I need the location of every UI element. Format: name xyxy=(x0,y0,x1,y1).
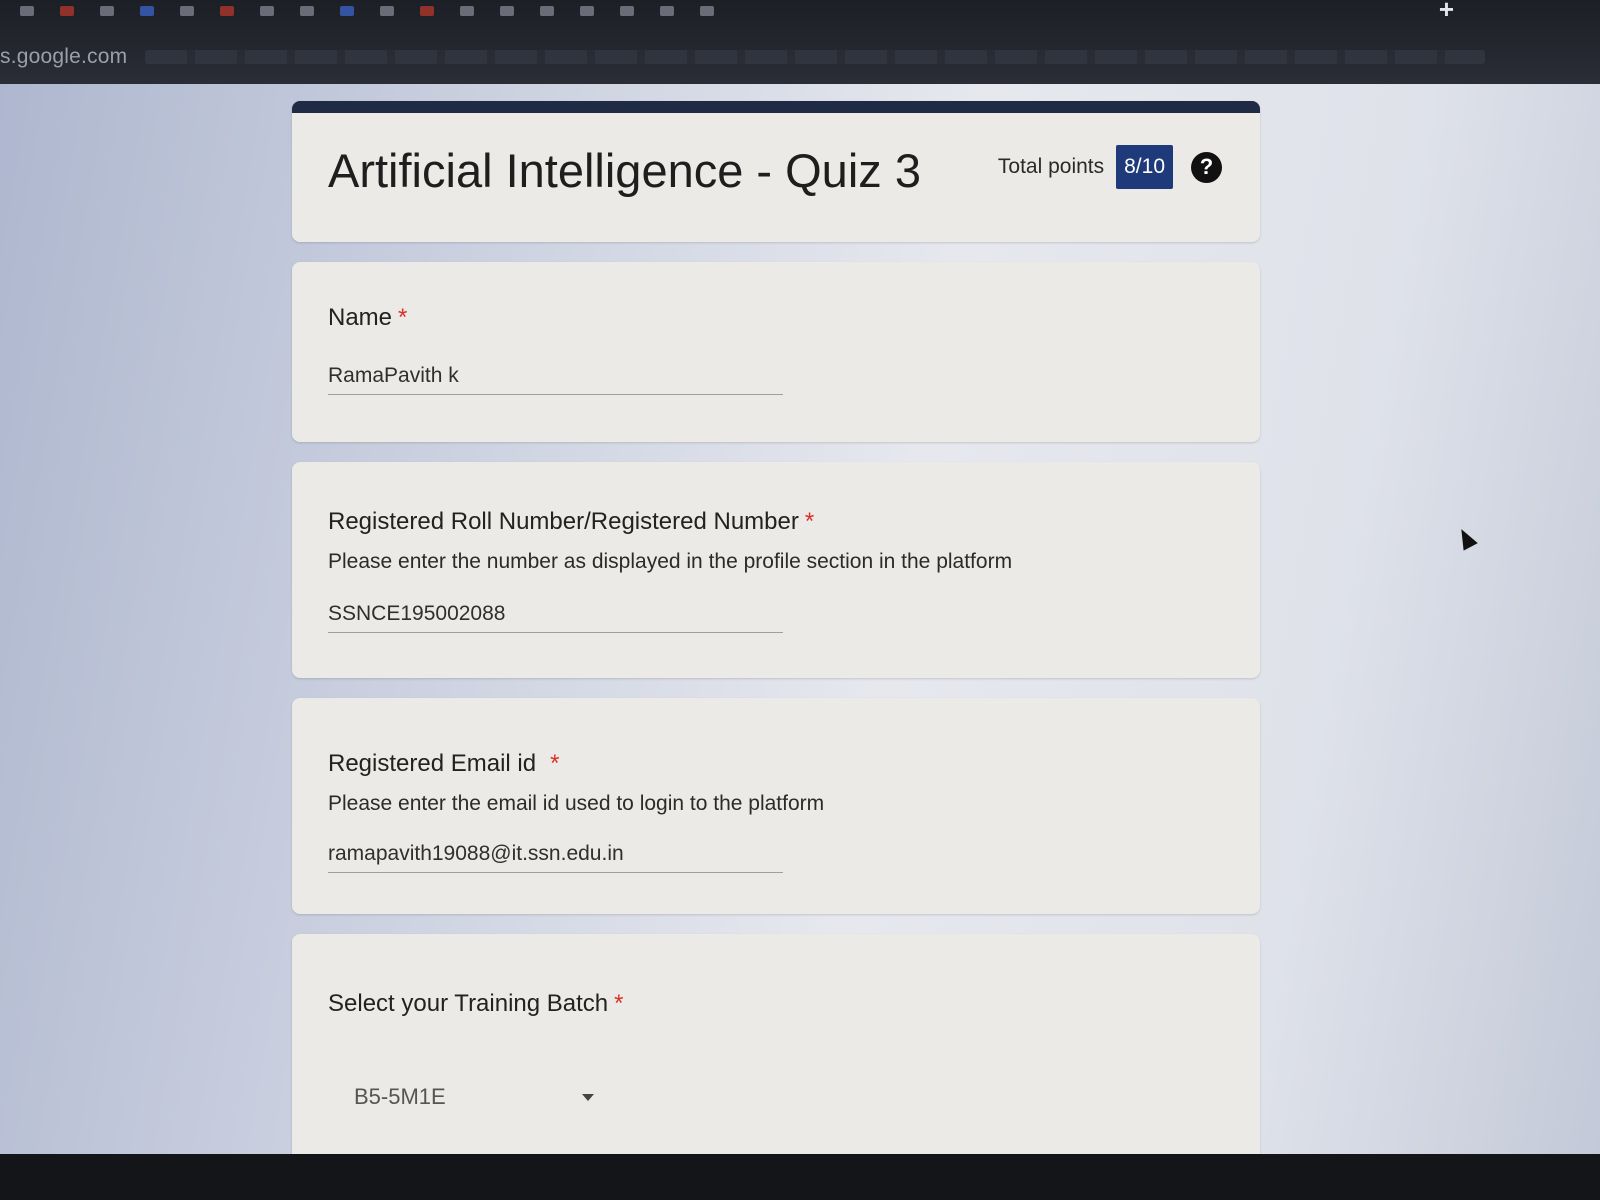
url-path-blurred xyxy=(145,50,1486,64)
tab-favicon[interactable] xyxy=(580,6,594,16)
question-label: Registered Email id xyxy=(328,750,537,777)
form-title: Artificial Intelligence - Quiz 3 xyxy=(328,144,921,197)
required-asterisk: * xyxy=(614,990,624,1017)
total-points: Total points 8/10 ? xyxy=(998,145,1222,189)
roll-number-field[interactable] xyxy=(328,602,783,633)
question-description: Please enter the email id used to login … xyxy=(328,792,825,815)
tab-favicon[interactable] xyxy=(220,6,234,16)
total-points-label: Total points xyxy=(997,155,1105,178)
tab-favicon[interactable] xyxy=(380,6,394,16)
tab-favicon[interactable] xyxy=(100,6,114,16)
tab-strip xyxy=(0,0,1600,22)
dropdown-arrow-icon xyxy=(582,1093,594,1101)
form-header-card: Artificial Intelligence - Quiz 3 Total p… xyxy=(292,101,1260,242)
training-batch-dropdown[interactable]: B5-5M1E xyxy=(354,1084,594,1110)
tab-favicon[interactable] xyxy=(260,6,274,16)
question-description: Please enter the number as displayed in … xyxy=(328,550,1013,573)
tab-favicon[interactable] xyxy=(660,6,674,16)
browser-toolbar: + s.google.com xyxy=(0,0,1600,84)
tab-favicon[interactable] xyxy=(180,6,194,16)
question-card-roll-number: Registered Roll Number/Registered Number… xyxy=(292,462,1260,678)
name-field[interactable] xyxy=(328,364,783,395)
new-tab-button[interactable]: + xyxy=(1439,0,1454,25)
tab-favicon[interactable] xyxy=(500,6,514,16)
email-field[interactable] xyxy=(328,842,783,873)
score-badge: 8/10 xyxy=(1116,145,1173,189)
question-label: Name xyxy=(328,304,393,331)
question-label: Select your Training Batch xyxy=(328,990,609,1017)
tab-favicon[interactable] xyxy=(60,6,74,16)
required-asterisk: * xyxy=(398,304,408,331)
tab-favicon[interactable] xyxy=(420,6,434,16)
question-card-name: Name * xyxy=(292,262,1260,442)
question-title: Name * xyxy=(328,304,407,331)
address-bar[interactable]: s.google.com xyxy=(0,42,1486,72)
required-asterisk: * xyxy=(550,750,560,777)
tab-favicon[interactable] xyxy=(340,6,354,16)
question-title: Select your Training Batch * xyxy=(328,990,624,1017)
screen-bezel xyxy=(0,1154,1600,1200)
required-asterisk: * xyxy=(804,508,815,535)
tab-favicon[interactable] xyxy=(140,6,154,16)
question-title: Registered Email id * xyxy=(328,750,559,777)
question-title: Registered Roll Number/Registered Number… xyxy=(328,508,814,535)
tab-favicon[interactable] xyxy=(540,6,554,16)
tab-favicon[interactable] xyxy=(700,6,714,16)
form-column: Artificial Intelligence - Quiz 3 Total p… xyxy=(292,101,1260,1154)
url-domain: s.google.com xyxy=(0,45,128,68)
question-card-training-batch: Select your Training Batch * B5-5M1E xyxy=(292,934,1260,1154)
training-batch-selected: B5-5M1E xyxy=(354,1084,446,1109)
question-card-email: Registered Email id * Please enter the em… xyxy=(292,698,1260,914)
tab-favicon[interactable] xyxy=(460,6,474,16)
help-icon[interactable]: ? xyxy=(1191,151,1222,183)
tab-favicon[interactable] xyxy=(300,6,314,16)
tab-favicon[interactable] xyxy=(20,6,34,16)
tab-favicon[interactable] xyxy=(620,6,634,16)
question-label: Registered Roll Number/Registered Number xyxy=(328,508,799,535)
